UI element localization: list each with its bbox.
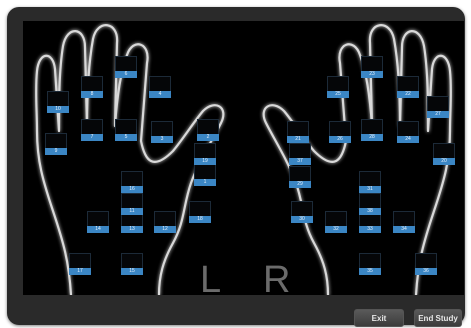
left-index-base-sensor[interactable]: 3 — [151, 121, 173, 143]
left-palm-middle-sensor[interactable]: 11 — [121, 193, 143, 215]
left-index-tip-sensor[interactable]: 4 — [149, 76, 171, 98]
right-pinky-base-sensor[interactable]: 20 — [433, 143, 455, 165]
left-hand-label: L — [200, 259, 222, 295]
right-middle-base-sensor[interactable]: 28 — [361, 119, 383, 141]
left-ring-base-sensor[interactable]: 7 — [81, 119, 103, 141]
right-hand-label: R — [263, 259, 291, 295]
left-middle-base-sensor[interactable]: 5 — [115, 119, 137, 141]
right-wrist-outer-sensor[interactable]: 36 — [415, 253, 437, 275]
right-palm-upper-sensor[interactable]: 31 — [359, 171, 381, 193]
right-ring-tip-sensor[interactable]: 22 — [397, 76, 419, 98]
left-ring-tip-sensor[interactable]: 8 — [81, 76, 103, 98]
left-thumb-base-sensor[interactable]: 1 — [194, 164, 216, 186]
right-middle-tip-sensor[interactable]: 23 — [361, 56, 383, 78]
right-palm-middle-sensor[interactable]: 38 — [359, 193, 381, 215]
right-thumb-mid-sensor[interactable]: 37 — [289, 143, 311, 165]
left-wrist-center-sensor[interactable]: 15 — [121, 253, 143, 275]
left-palm-upper-sensor[interactable]: 16 — [121, 171, 143, 193]
left-middle-tip-sensor[interactable]: 6 — [115, 56, 137, 78]
hand-diagram-canvas: L R 10 9 8 6 4 7 5 3 2 1 16 18 14 13 12 … — [23, 21, 464, 295]
left-pinky-base-sensor[interactable]: 9 — [45, 133, 67, 155]
app-frame: L R 10 9 8 6 4 7 5 3 2 1 16 18 14 13 12 … — [7, 7, 465, 327]
left-palm-right-sensor[interactable]: 12 — [154, 211, 176, 233]
end-study-button[interactable]: End Study — [414, 309, 462, 327]
right-palm-left-sensor[interactable]: 32 — [325, 211, 347, 233]
right-thumb-tip-sensor[interactable]: 21 — [287, 121, 309, 143]
left-thumb-tip-sensor[interactable]: 2 — [197, 119, 219, 141]
left-thumb-mid-sensor[interactable]: 19 — [194, 143, 216, 165]
right-palm-thumb-sensor[interactable]: 30 — [291, 201, 313, 223]
right-wrist-center-sensor[interactable]: 35 — [359, 253, 381, 275]
exit-button[interactable]: Exit — [354, 309, 404, 327]
right-thumb-base-sensor[interactable]: 29 — [289, 166, 311, 188]
right-index-base-sensor[interactable]: 26 — [329, 121, 351, 143]
left-wrist-outer-sensor[interactable]: 17 — [69, 253, 91, 275]
left-palm-left-sensor[interactable]: 14 — [87, 211, 109, 233]
right-palm-right-sensor[interactable]: 34 — [393, 211, 415, 233]
left-pinky-tip-sensor[interactable]: 10 — [47, 91, 69, 113]
left-palm-thumb-sensor[interactable]: 18 — [189, 201, 211, 223]
right-index-tip-sensor[interactable]: 25 — [327, 76, 349, 98]
right-pinky-tip-sensor[interactable]: 27 — [427, 96, 449, 118]
right-ring-base-sensor[interactable]: 24 — [397, 121, 419, 143]
